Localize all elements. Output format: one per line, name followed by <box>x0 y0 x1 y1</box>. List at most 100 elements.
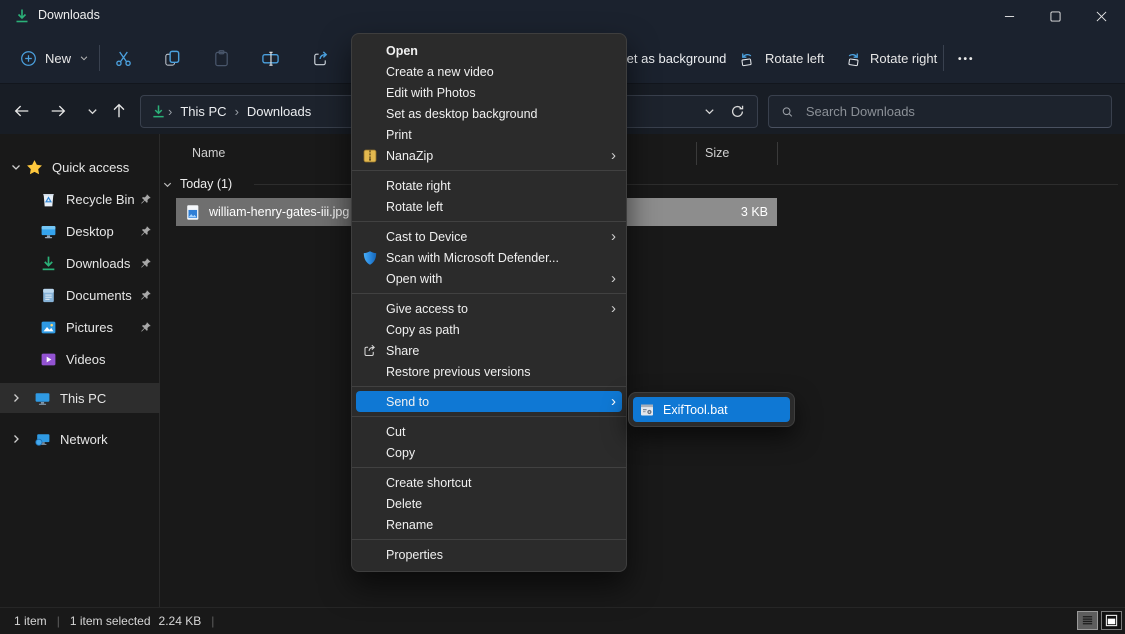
context-menu-item-cast-to-device[interactable]: Cast to Device› <box>352 226 626 247</box>
submenu-item-exiftool-bat[interactable]: ExifTool.bat <box>633 397 790 422</box>
sidebar-item-pictures[interactable]: Pictures <box>0 312 160 342</box>
context-menu-item-delete[interactable]: Delete <box>352 493 626 514</box>
see-more-button[interactable]: ••• <box>958 50 975 65</box>
column-header-name[interactable]: Name <box>192 140 225 166</box>
menu-separator <box>352 386 626 387</box>
rotate-left-icon <box>738 49 757 68</box>
sidebar-item-label: Videos <box>66 352 106 367</box>
minimize-button[interactable] <box>986 0 1032 32</box>
menu-separator <box>352 539 626 540</box>
refresh-button[interactable] <box>730 104 745 119</box>
sidebar-item-network[interactable]: Network <box>0 424 160 454</box>
sidebar-item-label: Network <box>60 432 108 447</box>
this-pc-icon <box>34 390 51 407</box>
context-menu-item-create-shortcut[interactable]: Create shortcut <box>352 472 626 493</box>
thumbnail-view-button[interactable] <box>1101 611 1122 630</box>
pin-icon <box>139 193 152 206</box>
desktop-icon <box>40 223 57 240</box>
menu-separator <box>352 170 626 171</box>
menu-separator <box>352 416 626 417</box>
chevron-right-icon[interactable] <box>10 433 22 445</box>
maximize-icon <box>1050 11 1061 22</box>
sidebar-item-documents[interactable]: Documents <box>0 280 160 310</box>
context-menu-item-open[interactable]: Open <box>352 40 626 61</box>
context-menu-item-print[interactable]: Print <box>352 124 626 145</box>
defender-shield-icon <box>362 250 378 266</box>
context-menu-item-open-with[interactable]: Open with› <box>352 268 626 289</box>
context-menu-item-rename[interactable]: Rename <box>352 514 626 535</box>
sidebar-item-this-pc[interactable]: This PC <box>0 383 160 413</box>
rotate-left-button[interactable]: Rotate left <box>738 44 824 72</box>
pin-icon <box>139 257 152 270</box>
submenu-arrow-icon: › <box>611 271 616 286</box>
context-menu-item-copy[interactable]: Copy <box>352 442 626 463</box>
sidebar-quick-access[interactable]: Quick access <box>0 152 160 182</box>
group-label: Today (1) <box>180 177 232 191</box>
back-button[interactable] <box>6 96 38 126</box>
nanazip-icon <box>362 148 378 164</box>
context-menu-item-scan-with-microsoft-defender[interactable]: Scan with Microsoft Defender... <box>352 247 626 268</box>
submenu-arrow-icon: › <box>611 148 616 163</box>
sidebar-item-downloads[interactable]: Downloads <box>0 248 160 278</box>
address-dropdown-button[interactable] <box>703 105 716 118</box>
status-divider: | <box>57 614 60 628</box>
sidebar-item-recycle-bin[interactable]: Recycle Bin <box>0 184 160 214</box>
chevron-down-icon[interactable] <box>162 179 173 190</box>
search-input[interactable] <box>804 103 1099 120</box>
context-menu-item-send-to[interactable]: Send to› <box>356 391 622 412</box>
maximize-button[interactable] <box>1032 0 1078 32</box>
context-menu-item-set-as-desktop-background[interactable]: Set as desktop background <box>352 103 626 124</box>
sidebar-item-videos[interactable]: Videos <box>0 344 160 374</box>
rename-button[interactable] <box>258 46 282 70</box>
new-button[interactable]: New <box>12 44 97 72</box>
up-button[interactable] <box>103 96 135 126</box>
context-menu-item-share[interactable]: Share <box>352 340 626 361</box>
chevron-right-icon[interactable] <box>10 392 22 404</box>
context-menu-item-rotate-left[interactable]: Rotate left <box>352 196 626 217</box>
context-menu-item-edit-with-photos[interactable]: Edit with Photos <box>352 82 626 103</box>
set-as-background-button[interactable]: Set as background <box>618 51 726 66</box>
group-header-today[interactable]: Today (1) <box>162 172 232 196</box>
file-size: 3 KB <box>741 205 768 219</box>
downloads-folder-icon <box>151 104 166 119</box>
documents-icon <box>40 287 57 304</box>
close-icon <box>1096 11 1107 22</box>
bat-file-icon <box>639 402 655 418</box>
cut-button[interactable] <box>111 46 135 70</box>
search-box[interactable] <box>768 95 1112 128</box>
close-button[interactable] <box>1078 0 1124 32</box>
paste-button[interactable] <box>209 46 233 70</box>
context-menu-item-give-access-to[interactable]: Give access to› <box>352 298 626 319</box>
status-divider: | <box>211 614 214 628</box>
recycle-bin-icon <box>40 191 57 208</box>
context-menu-item-properties[interactable]: Properties <box>352 544 626 565</box>
up-arrow-icon <box>110 102 128 120</box>
share-icon <box>362 343 378 359</box>
details-view-button[interactable] <box>1077 611 1098 630</box>
copy-button[interactable] <box>160 46 184 70</box>
toolbar-divider <box>99 45 100 71</box>
context-menu-item-rotate-right[interactable]: Rotate right <box>352 175 626 196</box>
chevron-down-icon[interactable] <box>10 161 22 173</box>
star-icon <box>26 159 43 176</box>
submenu-arrow-icon: › <box>611 229 616 244</box>
column-divider[interactable] <box>696 142 697 165</box>
context-menu-item-cut[interactable]: Cut <box>352 421 626 442</box>
status-selection-size: 2.24 KB <box>159 614 202 628</box>
refresh-icon <box>730 104 745 119</box>
breadcrumb-downloads[interactable]: Downloads <box>241 104 317 119</box>
sidebar-item-label: Desktop <box>66 224 114 239</box>
window-title: Downloads <box>38 8 100 22</box>
context-menu-item-create-a-new-video[interactable]: Create a new video <box>352 61 626 82</box>
share-button[interactable] <box>308 46 332 70</box>
forward-button[interactable] <box>42 96 74 126</box>
column-divider[interactable] <box>777 142 778 165</box>
context-menu-item-copy-as-path[interactable]: Copy as path <box>352 319 626 340</box>
breadcrumb-this-pc[interactable]: This PC <box>174 104 232 119</box>
context-menu-item-nanazip[interactable]: NanaZip› <box>352 145 626 166</box>
context-menu-item-restore-previous-versions[interactable]: Restore previous versions <box>352 361 626 382</box>
column-header-size[interactable]: Size <box>705 140 729 166</box>
rotate-right-button[interactable]: Rotate right <box>843 44 937 72</box>
file-explorer-window: Downloads New Set as background Rotate l… <box>0 0 1125 634</box>
sidebar-item-desktop[interactable]: Desktop <box>0 216 160 246</box>
